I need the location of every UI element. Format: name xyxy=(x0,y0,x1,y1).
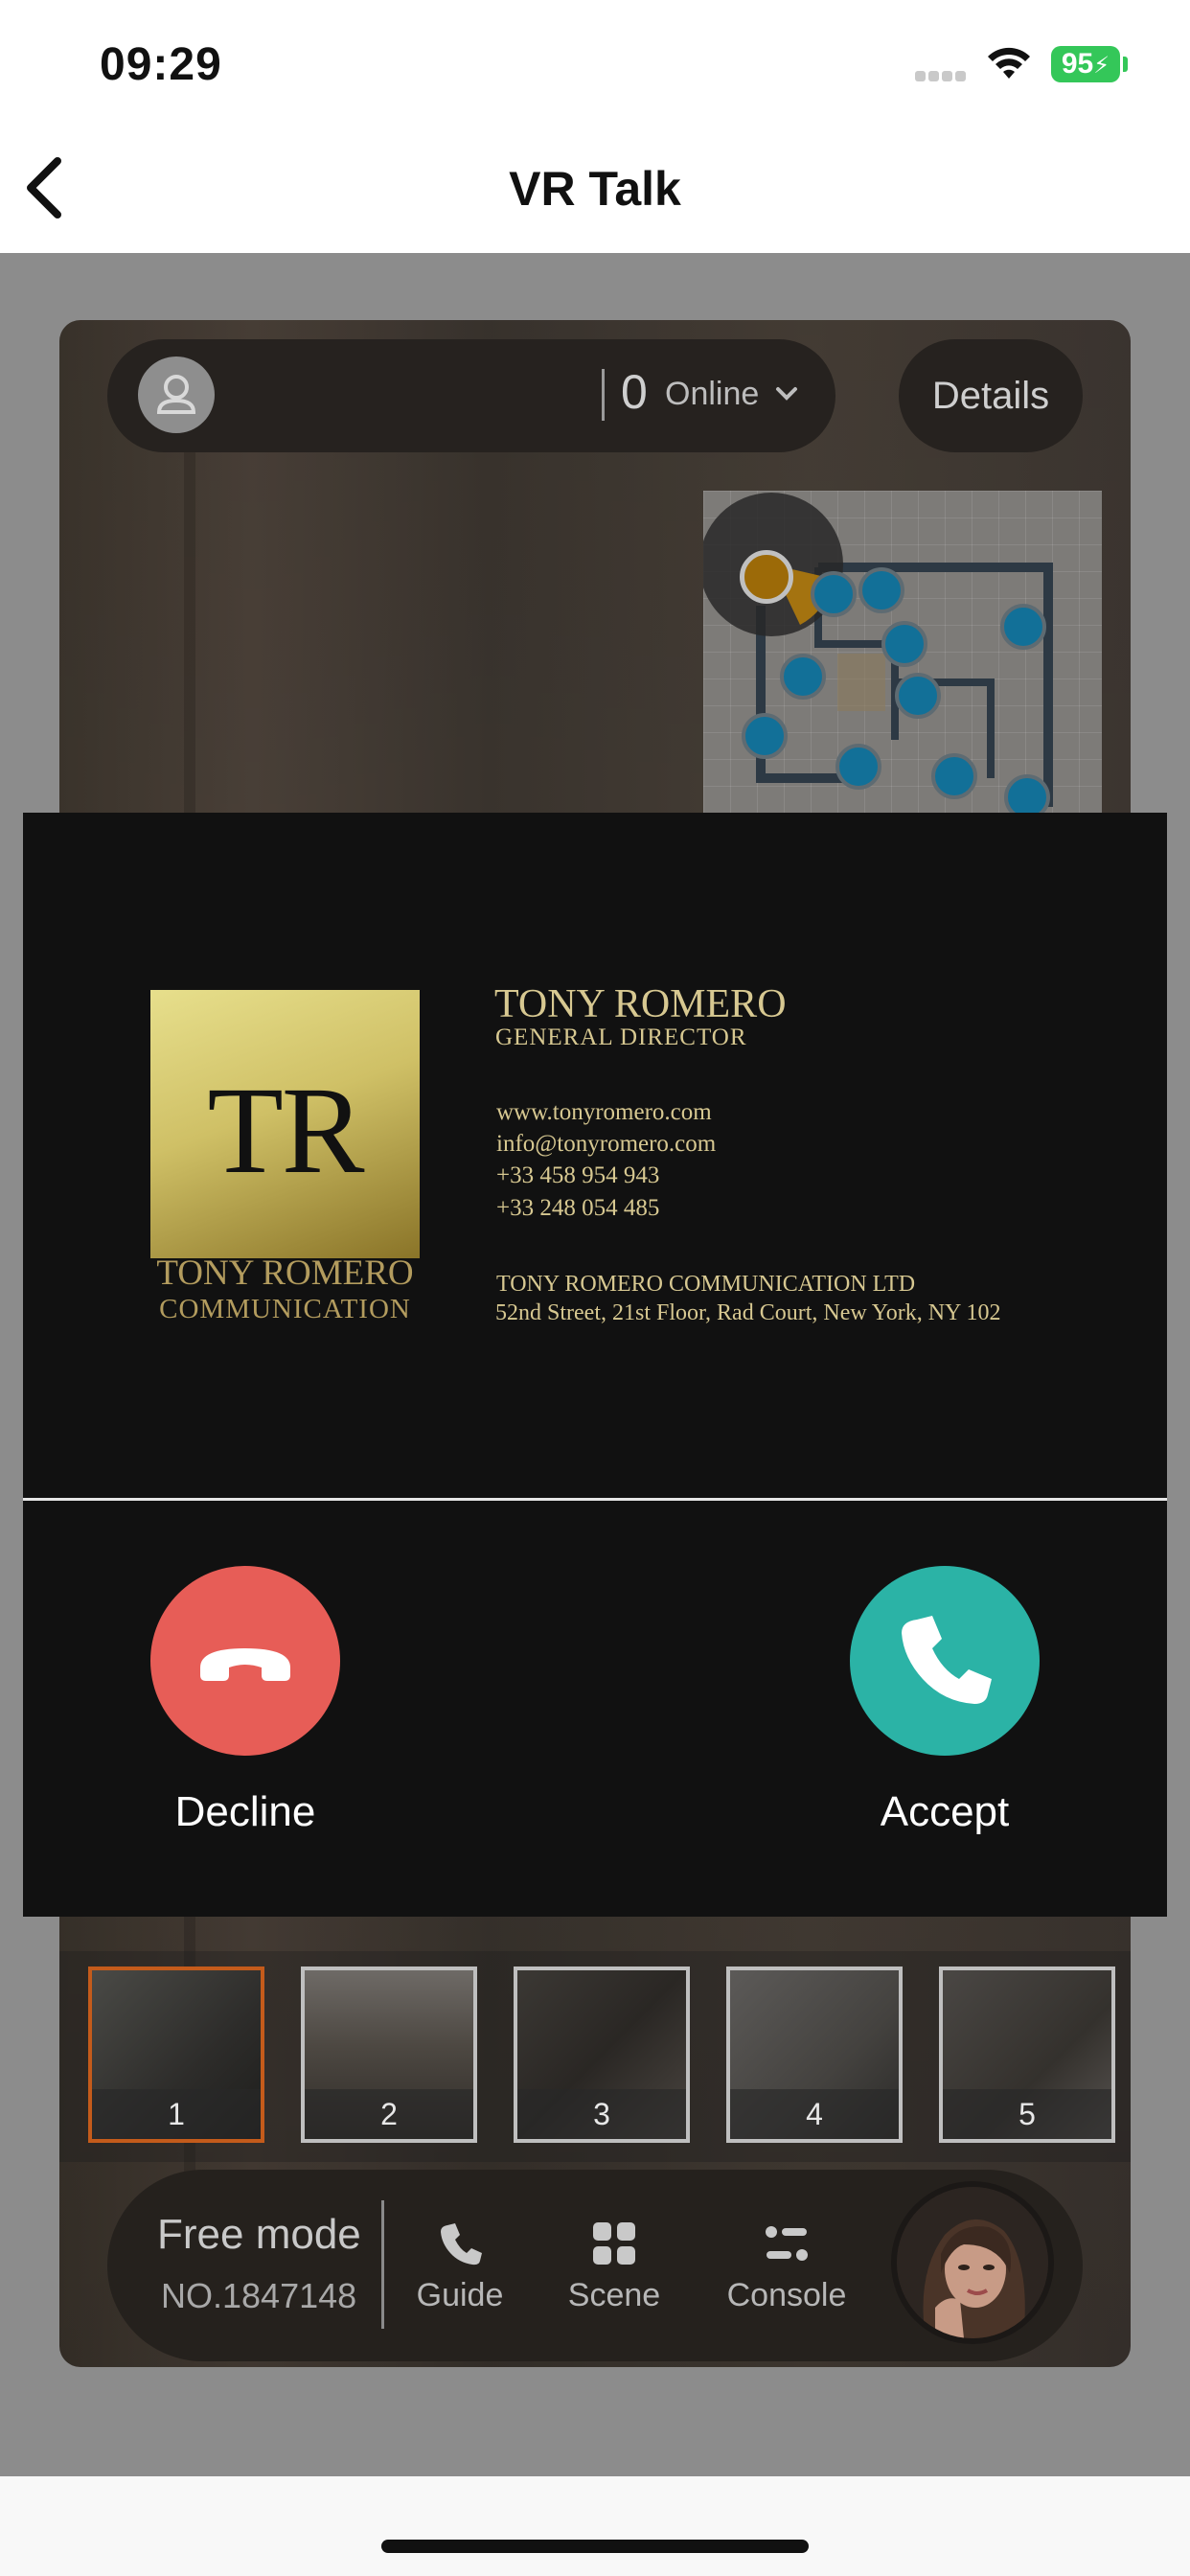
accept-button[interactable] xyxy=(850,1566,1040,1756)
scene-thumbnail[interactable]: 4 xyxy=(726,1966,903,2143)
wifi-icon xyxy=(985,44,1033,82)
console-button[interactable]: Console xyxy=(719,2220,855,2314)
console-icon xyxy=(766,2226,808,2261)
online-count: 0 xyxy=(621,365,648,419)
caller-name: TONY ROMERO xyxy=(494,982,787,1026)
hotspot-marker[interactable] xyxy=(858,567,904,613)
hotspot-marker[interactable] xyxy=(811,571,857,617)
guide-button[interactable]: Guide xyxy=(406,2220,514,2314)
chevron-down-icon[interactable] xyxy=(774,380,799,410)
hotspot-marker[interactable] xyxy=(881,621,927,667)
agent-avatar[interactable] xyxy=(891,2181,1054,2344)
caller-phone-1: +33 458 954 943 xyxy=(496,1162,660,1188)
portrait-image xyxy=(897,2187,1048,2338)
decline-label: Decline xyxy=(174,1788,316,1835)
battery-level: 95 xyxy=(1061,48,1094,80)
hotspot-marker[interactable] xyxy=(1000,604,1046,650)
signal-icon xyxy=(915,69,969,86)
phone-icon xyxy=(902,1616,992,1704)
home-indicator[interactable] xyxy=(381,2540,809,2553)
mode-label[interactable]: Free mode xyxy=(157,2211,361,2259)
thumbnail-label: 1 xyxy=(92,2089,261,2139)
details-button[interactable]: Details xyxy=(899,339,1083,452)
thumbnail-label: 4 xyxy=(730,2089,899,2139)
caller-website: www.tonyromero.com xyxy=(496,1099,712,1125)
page-title: VR Talk xyxy=(509,162,681,216)
card-divider xyxy=(23,1498,1167,1501)
caller-phone-2: +33 248 054 485 xyxy=(496,1195,660,1221)
accept-label: Accept xyxy=(880,1788,1010,1835)
person-icon xyxy=(156,375,196,414)
hotspot-marker[interactable] xyxy=(1004,774,1050,816)
battery-cap xyxy=(1123,57,1128,72)
caller-role: GENERAL DIRECTOR xyxy=(495,1024,747,1050)
mode-number: NO.1847148 xyxy=(161,2276,357,2315)
phone-icon xyxy=(441,2223,482,2266)
scene-thumbnail[interactable]: 1 xyxy=(88,1966,264,2143)
current-position-marker xyxy=(740,550,793,604)
logo-subtitle: COMMUNICATION xyxy=(159,1294,411,1324)
bar-separator xyxy=(381,2200,384,2329)
guide-label: Guide xyxy=(416,2277,504,2313)
thumbnail-label: 3 xyxy=(517,2089,686,2139)
caller-email: info@tonyromero.com xyxy=(496,1131,717,1157)
decline-button[interactable] xyxy=(150,1566,340,1756)
caller-address: 52nd Street, 21st Floor, Rad Court, New … xyxy=(495,1300,1001,1325)
online-separator xyxy=(602,369,605,421)
hang-up-icon xyxy=(200,1648,290,1681)
hotspot-marker[interactable] xyxy=(780,654,826,700)
scene-thumbnail[interactable]: 3 xyxy=(514,1966,690,2143)
scene-label: Scene xyxy=(567,2277,661,2313)
battery-indicator: 95⚡ xyxy=(1051,46,1120,82)
console-label: Console xyxy=(726,2277,847,2313)
hotspot-marker[interactable] xyxy=(742,713,788,759)
online-label: Online xyxy=(665,376,760,412)
thumbnail-label: 2 xyxy=(305,2089,473,2139)
hotspot-marker[interactable] xyxy=(835,744,881,790)
grid-icon xyxy=(593,2222,635,2265)
hotspot-marker[interactable] xyxy=(931,753,977,799)
logo-name: TONY ROMERO xyxy=(156,1254,414,1293)
scene-thumbnail[interactable]: 2 xyxy=(301,1966,477,2143)
home-indicator-area xyxy=(0,2476,1190,2576)
user-avatar xyxy=(138,356,215,433)
logo-initials: TR xyxy=(207,1062,364,1200)
scene-button[interactable]: Scene xyxy=(556,2220,673,2314)
status-time: 09:29 xyxy=(100,39,222,90)
scene-thumbnail[interactable]: 5 xyxy=(939,1966,1115,2143)
caller-company: TONY ROMERO COMMUNICATION LTD xyxy=(496,1272,916,1297)
thumbnail-label: 5 xyxy=(943,2089,1111,2139)
hotspot-marker[interactable] xyxy=(895,673,941,719)
floorplan-minimap[interactable] xyxy=(703,491,1102,816)
